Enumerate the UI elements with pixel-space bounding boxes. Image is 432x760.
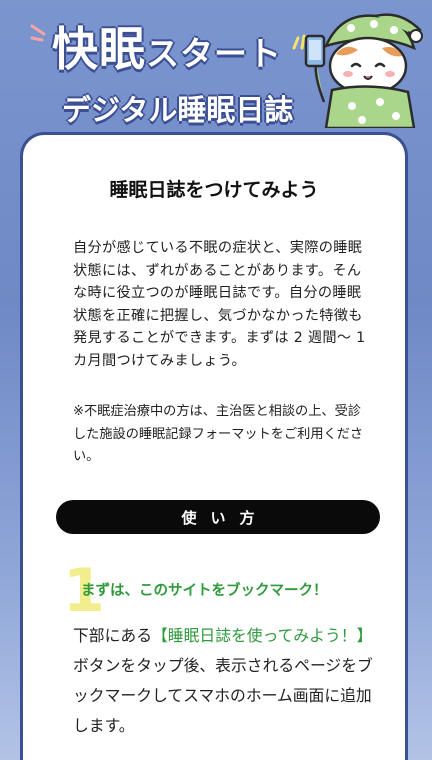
step-body-highlight: 【睡眠日誌を使ってみよう！】 <box>152 626 373 645</box>
intro-text: 自分が感じている不眠の症状と、実際の睡眠状態には、ずれがあることがあります。そん… <box>73 240 366 369</box>
step-body: 下部にある【睡眠日誌を使ってみよう！】ボタンをタップ後、表示されるページをブック… <box>73 621 373 741</box>
step-body-post: ボタンをタップ後、表示されるページをブックマークしてスマホのホーム画面に追加しま… <box>73 656 373 735</box>
step-title: まずは、このサイトをブックマーク！ <box>81 583 328 599</box>
card-title: 睡眠日誌をつけてみよう <box>109 179 319 201</box>
app-subtitle: デジタル睡眠日誌 <box>62 93 294 127</box>
app-title: 快眠スタート <box>52 26 282 73</box>
mascot-cat-icon <box>304 13 423 128</box>
sparkle-left-icon <box>30 24 46 42</box>
note-text: ※不眠症治療中の方は、主治医と相談の上、受診した施設の睡眠記録フォーマットをご利… <box>73 404 364 465</box>
content-card: 睡眠日誌をつけてみよう 自分が感じている不眠の症状と、実際の睡眠状態には、ずれが… <box>20 132 408 760</box>
app-title-part2: スタート <box>146 34 282 73</box>
header: 快眠スタート デジタル睡眠日誌 <box>0 0 432 130</box>
app-title-part1: 快眠 <box>52 22 146 76</box>
howto-heading: 使い方 <box>56 500 380 534</box>
page-frame: 快眠スタート デジタル睡眠日誌 睡眠日誌をつけてみよう 自分が感じている不眠の症… <box>0 0 432 760</box>
step-body-pre: 下部にある <box>73 626 152 645</box>
